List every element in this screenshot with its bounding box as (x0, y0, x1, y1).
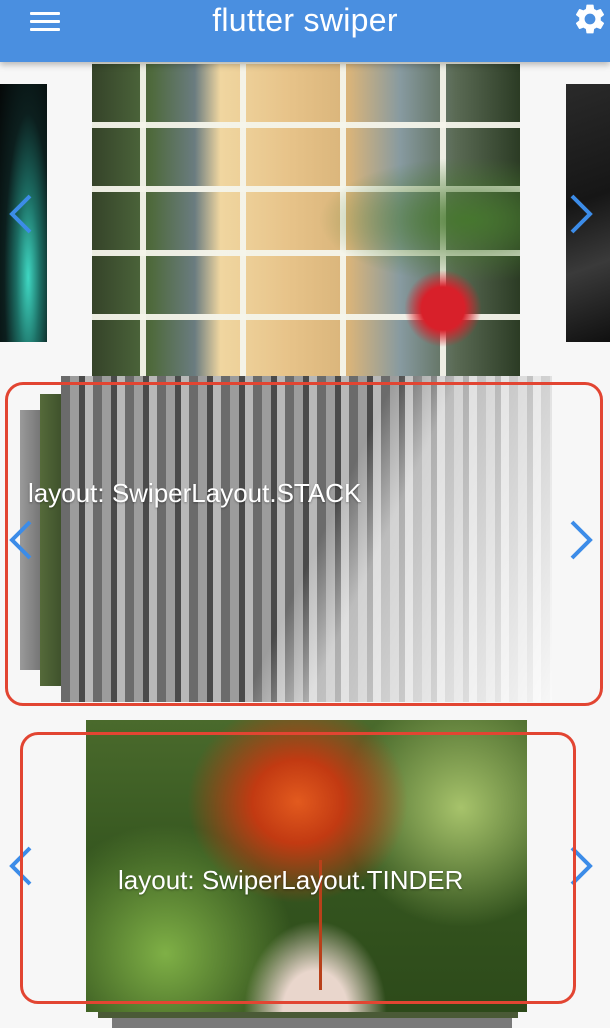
main-slide-image[interactable] (92, 62, 520, 378)
chevron-left-icon (9, 846, 32, 886)
settings-button[interactable] (572, 1, 608, 37)
tinder-layout-label: layout: SwiperLayout.TINDER (118, 865, 464, 895)
chevron-right-icon (570, 194, 593, 234)
prev-arrow[interactable] (6, 518, 36, 562)
prev-arrow[interactable] (6, 844, 36, 888)
chevron-right-icon (570, 520, 593, 560)
next-arrow[interactable] (566, 518, 596, 562)
prev-arrow[interactable] (6, 192, 36, 236)
tinder-swiper[interactable]: layout: SwiperLayout.TINDER (0, 720, 610, 1028)
gear-icon (575, 4, 605, 34)
page-title: flutter swiper (212, 2, 398, 38)
chevron-right-icon (570, 846, 593, 886)
default-swiper[interactable] (0, 62, 610, 378)
app-bar: flutter swiper (0, 0, 610, 62)
stack-swiper[interactable]: layout: SwiperLayout.STACK (0, 376, 610, 706)
chevron-left-icon (9, 520, 32, 560)
chevron-left-icon (9, 194, 32, 234)
stack-layout-label: layout: SwiperLayout.STACK (28, 478, 362, 508)
next-arrow[interactable] (566, 192, 596, 236)
next-arrow[interactable] (566, 844, 596, 888)
stack-card-image[interactable] (61, 376, 552, 702)
